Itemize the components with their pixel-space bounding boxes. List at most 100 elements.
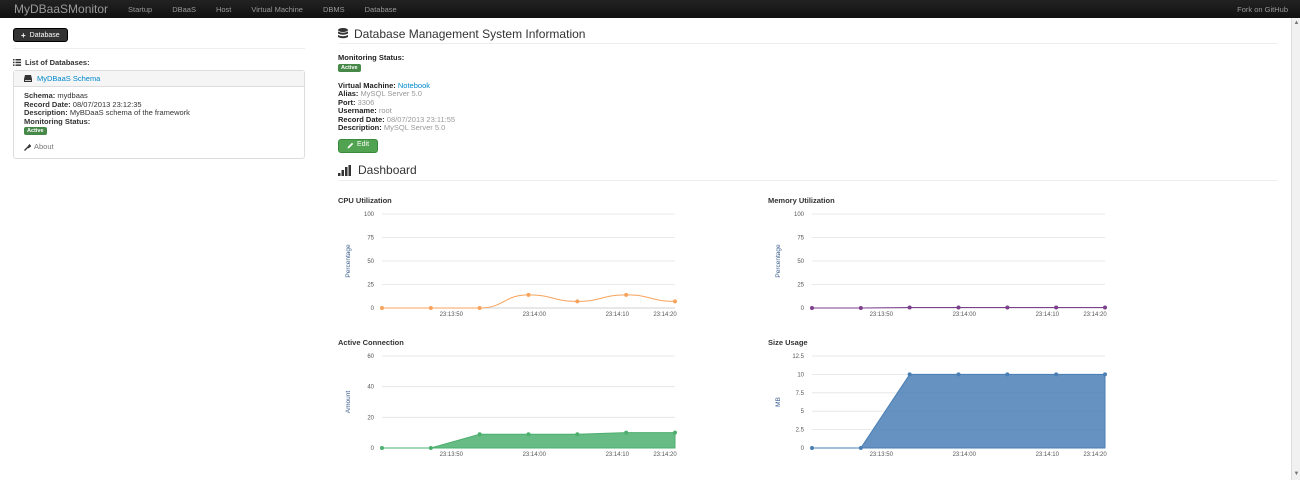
y-axis-label: Percentage	[775, 244, 782, 278]
status-badge: Active	[24, 127, 47, 135]
divider	[13, 48, 305, 49]
edit-button[interactable]: Edit	[338, 138, 379, 153]
x-tick-label: 23:14:10	[606, 452, 630, 458]
data-point[interactable]	[1005, 305, 1010, 310]
data-point[interactable]	[1103, 305, 1107, 310]
database-details: Schema: mydbaas Record Date: 08/07/2013 …	[14, 87, 304, 158]
x-tick-label: 23:14:00	[523, 452, 547, 458]
chart-svg: MB 0 2.5 5 7.5 10 12.5 23:13:50 23:14:00 23:14:10…	[775, 354, 1107, 458]
data-point[interactable]	[956, 372, 961, 377]
size-chart-title: Size Usage	[768, 338, 808, 347]
data-point[interactable]	[673, 299, 677, 304]
add-database-button[interactable]: + Database	[13, 28, 68, 42]
y-tick-label: 10	[797, 372, 804, 378]
dbms-description-value: MySQL Server 5.0	[383, 123, 446, 132]
x-tick-label: 23:14:10	[1036, 312, 1060, 318]
monitoring-status-label: Monitoring Status:	[24, 116, 91, 126]
top-navbar: MyDBaaSMonitor Startup DBaaS Host Virtua…	[0, 0, 1300, 18]
nav-dbaas[interactable]: DBaaS	[172, 5, 196, 14]
y-tick-label: 5	[801, 409, 805, 415]
data-point[interactable]	[810, 446, 814, 450]
dbms-title: Database Management System Information	[354, 26, 586, 41]
database-link[interactable]: MyDBaaS Schema	[37, 74, 100, 83]
nav-virtual-machine[interactable]: Virtual Machine	[251, 5, 303, 14]
data-point[interactable]	[1005, 372, 1010, 377]
y-tick-label: 100	[364, 212, 375, 218]
edit-label: Edit	[357, 141, 370, 149]
data-point[interactable]	[624, 430, 629, 435]
y-tick-label: 25	[797, 283, 804, 289]
database-panel: MyDBaaS Schema Schema: mydbaas Record Da…	[13, 70, 305, 159]
chart-svg: Percentage 0 25 50 75 100 23:13:50 23:14:00 23:1…	[345, 212, 677, 318]
data-point[interactable]	[428, 306, 433, 310]
dbms-info: Monitoring Status: Active Virtual Machin…	[338, 53, 1278, 153]
page-scrollbar[interactable]: ▲ ▼	[1291, 18, 1300, 480]
about-link[interactable]: About	[24, 142, 294, 152]
data-point[interactable]	[380, 306, 384, 310]
about-label: About	[34, 142, 54, 151]
brand-link[interactable]: MyDBaaSMonitor	[0, 2, 128, 16]
data-point[interactable]	[858, 306, 863, 310]
data-point[interactable]	[575, 299, 580, 304]
database-drive-icon	[24, 75, 32, 82]
x-tick-label: 23:14:10	[1036, 452, 1060, 458]
nav-dbms[interactable]: DBMS	[323, 5, 345, 14]
scroll-up-icon[interactable]: ▲	[1293, 20, 1300, 27]
data-point[interactable]	[858, 446, 863, 450]
data-point[interactable]	[380, 446, 384, 450]
list-title-label: List of Databases:	[25, 58, 90, 67]
data-point[interactable]	[624, 292, 629, 297]
dashboard-heading: Dashboard	[338, 163, 1278, 181]
plus-icon: +	[21, 30, 26, 40]
y-tick-label: 20	[367, 415, 374, 421]
scroll-down-icon[interactable]: ▼	[1293, 471, 1300, 478]
y-tick-label: 75	[367, 236, 374, 242]
bar-chart-icon	[338, 164, 351, 176]
data-point[interactable]	[673, 430, 677, 435]
y-tick-label: 100	[794, 212, 805, 218]
data-point[interactable]	[428, 446, 433, 450]
data-point[interactable]	[477, 306, 482, 310]
dbms-description-label: Description:	[338, 123, 382, 132]
cpu-chart-title: CPU Utilization	[338, 196, 392, 205]
nav-database[interactable]: Database	[365, 5, 397, 14]
fork-on-github-link[interactable]: Fork on GitHub	[1237, 5, 1288, 14]
data-point[interactable]	[477, 432, 482, 437]
memory-chart-title: Memory Utilization	[768, 196, 835, 205]
y-tick-label: 12.5	[792, 354, 804, 360]
data-point[interactable]	[1054, 305, 1059, 310]
data-point[interactable]	[1054, 372, 1059, 377]
x-tick-label: 23:14:00	[953, 452, 977, 458]
main-content: Database Management System Information M…	[338, 26, 1278, 181]
nav-startup[interactable]: Startup	[128, 5, 152, 14]
x-tick-label: 23:14:00	[523, 312, 547, 318]
x-tick-label: 23:13:50	[870, 452, 894, 458]
x-tick-label: 23:14:20	[1083, 452, 1107, 458]
add-database-label: Database	[29, 31, 60, 39]
y-tick-label: 0	[371, 306, 375, 312]
x-tick-label: 23:14:20	[653, 452, 677, 458]
dbms-info-heading: Database Management System Information	[338, 26, 1278, 44]
data-point[interactable]	[526, 432, 531, 437]
chart-svg: Amount 0 20 40 60 23:13:50 23:14:00 23:14:10 23:…	[345, 354, 677, 458]
y-tick-label: 75	[797, 236, 804, 242]
y-axis-label: MB	[775, 397, 782, 407]
nav-host[interactable]: Host	[216, 5, 231, 14]
x-tick-label: 23:14:20	[653, 312, 677, 318]
data-point[interactable]	[575, 432, 580, 437]
data-point[interactable]	[810, 306, 814, 310]
active-connection-chart: Active Connection Amount 0 20 40 60 23:13:50 2…	[338, 338, 683, 464]
y-tick-label: 2.5	[796, 428, 805, 434]
data-point[interactable]	[907, 305, 912, 310]
sidebar: + Database List of Databases: MyDBaaS Sc…	[13, 28, 305, 159]
data-point[interactable]	[526, 292, 531, 297]
dbms-monitoring-label: Monitoring Status:	[338, 53, 405, 62]
database-icon	[338, 28, 348, 39]
data-point[interactable]	[907, 372, 912, 377]
x-tick-label: 23:13:50	[440, 312, 464, 318]
wrench-icon	[24, 143, 31, 151]
x-tick-label: 23:13:50	[440, 452, 464, 458]
x-tick-label: 23:14:00	[953, 312, 977, 318]
data-point[interactable]	[956, 305, 961, 310]
data-point[interactable]	[1103, 372, 1107, 377]
